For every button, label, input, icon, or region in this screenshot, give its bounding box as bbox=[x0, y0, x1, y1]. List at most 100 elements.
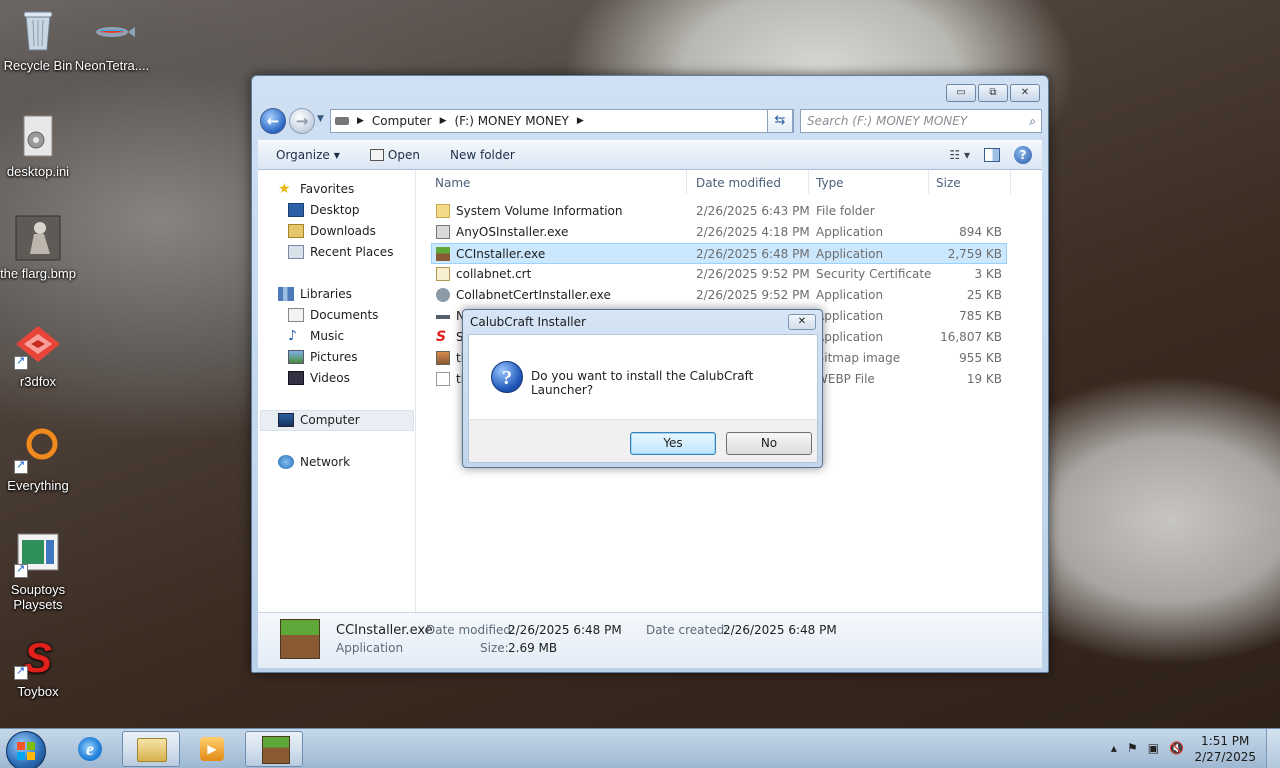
no-button[interactable]: No bbox=[726, 432, 812, 455]
column-header-size[interactable]: Size bbox=[936, 176, 961, 190]
nav-recent-places[interactable]: Recent Places bbox=[288, 245, 393, 259]
nav-documents[interactable]: Documents bbox=[288, 308, 378, 322]
grass-block-icon bbox=[262, 736, 290, 764]
window-controls: ▭ ⧉ ✕ bbox=[946, 84, 1040, 102]
breadcrumb-separator-icon[interactable]: ▶ bbox=[357, 116, 364, 126]
file-row[interactable]: AnyOSInstaller.exe 2/26/2025 4:18 PM App… bbox=[432, 222, 1006, 243]
organize-menu[interactable]: Organize ▼ bbox=[258, 148, 350, 162]
action-center-flag-icon[interactable]: ⚑ bbox=[1127, 741, 1138, 755]
start-button[interactable] bbox=[6, 731, 46, 768]
details-modified-label: Date modified: bbox=[426, 623, 516, 637]
media-player-icon: ▶ bbox=[200, 737, 224, 761]
navigation-pane: ★ Favorites Desktop Downloads Recent Pla… bbox=[258, 170, 416, 612]
desktop-icon-neontetra[interactable]: NeonTetra.... bbox=[74, 6, 150, 73]
file-type: Application bbox=[816, 288, 884, 302]
file-row[interactable]: CollabnetCertInstaller.exe 2/26/2025 9:5… bbox=[432, 285, 1006, 306]
new-folder-button[interactable]: New folder bbox=[440, 148, 525, 162]
file-row-selected[interactable]: CCInstaller.exe 2/26/2025 6:48 PM Applic… bbox=[431, 243, 1007, 264]
file-type: Application bbox=[816, 309, 884, 323]
nav-videos[interactable]: Videos bbox=[288, 371, 350, 385]
volume-muted-icon[interactable]: 🔇 bbox=[1169, 741, 1184, 755]
nav-label: Documents bbox=[310, 308, 379, 322]
file-name: System Volume Information bbox=[456, 204, 623, 218]
system-clock[interactable]: 1:51 PM 2/27/2025 bbox=[1194, 733, 1256, 765]
nav-desktop[interactable]: Desktop bbox=[288, 203, 360, 217]
installer-icon bbox=[436, 225, 450, 239]
desktop-icon-label: Souptoys Playsets bbox=[10, 582, 66, 612]
nav-downloads[interactable]: Downloads bbox=[288, 224, 376, 238]
breadcrumb-drive[interactable]: (F:) MONEY MONEY bbox=[455, 114, 569, 128]
pictures-icon bbox=[288, 350, 304, 364]
image-thumbnail-icon bbox=[14, 214, 62, 262]
organize-label: Organize bbox=[276, 148, 330, 162]
refresh-button[interactable]: ⇆ bbox=[767, 109, 793, 133]
column-separator[interactable] bbox=[1010, 170, 1011, 194]
downloads-icon bbox=[288, 224, 304, 238]
nav-label: Downloads bbox=[310, 224, 376, 238]
column-header-type[interactable]: Type bbox=[816, 176, 844, 190]
column-header-date[interactable]: Date modified bbox=[696, 176, 781, 190]
help-icon[interactable]: ? bbox=[1014, 146, 1032, 164]
desktop-icon-r3dfox[interactable]: r3dfox bbox=[0, 322, 76, 389]
details-created-label: Date created: bbox=[646, 623, 729, 637]
nav-music[interactable]: ♪ Music bbox=[288, 329, 344, 343]
open-icon bbox=[369, 149, 384, 161]
settings-file-icon bbox=[14, 112, 62, 160]
show-desktop-button[interactable] bbox=[1266, 729, 1280, 768]
file-row[interactable]: System Volume Information 2/26/2025 6:43… bbox=[432, 201, 1006, 222]
column-separator[interactable] bbox=[928, 170, 929, 194]
nav-libraries[interactable]: Libraries bbox=[278, 287, 352, 301]
back-button[interactable]: ← bbox=[260, 108, 286, 134]
breadcrumb-computer[interactable]: Computer bbox=[372, 114, 432, 128]
file-type: Security Certificate bbox=[816, 267, 932, 281]
question-icon: ? bbox=[491, 361, 523, 393]
system-tray: ▴ ⚑ ▣ 🔇 bbox=[1111, 741, 1184, 755]
file-size: 16,807 KB bbox=[940, 330, 1002, 344]
forward-button[interactable]: → bbox=[289, 108, 315, 134]
recycle-bin-icon bbox=[14, 6, 62, 54]
recent-pages-dropdown[interactable]: ▼ bbox=[317, 114, 324, 124]
bitmap-icon bbox=[436, 351, 450, 365]
dialog-close-button[interactable]: ✕ bbox=[788, 314, 816, 330]
taskbar-internet-explorer[interactable]: e bbox=[62, 731, 120, 767]
desktop-icon-flarg-bmp[interactable]: the flarg.bmp bbox=[0, 214, 76, 281]
close-button[interactable]: ✕ bbox=[1010, 84, 1040, 102]
yes-button[interactable]: Yes bbox=[630, 432, 716, 455]
network-status-icon[interactable]: ▣ bbox=[1148, 741, 1159, 755]
taskbar-media-player[interactable]: ▶ bbox=[184, 731, 242, 767]
column-separator[interactable] bbox=[808, 170, 809, 194]
svg-text:S: S bbox=[24, 634, 52, 680]
minimize-button[interactable]: ▭ bbox=[946, 84, 976, 102]
nav-pictures[interactable]: Pictures bbox=[288, 350, 358, 364]
address-bar[interactable]: ▶ Computer ▶ (F:) MONEY MONEY ▶ ▼ bbox=[330, 109, 794, 133]
desktop-icon-everything[interactable]: Everything bbox=[0, 426, 76, 493]
breadcrumb-separator-icon[interactable]: ▶ bbox=[440, 116, 447, 126]
file-name: AnyOSInstaller.exe bbox=[456, 225, 569, 239]
search-input[interactable]: Search (F:) MONEY MONEY ⌕ bbox=[800, 109, 1042, 133]
file-size: 785 KB bbox=[959, 309, 1002, 323]
desktop-icon-desktop-ini[interactable]: desktop.ini bbox=[0, 112, 76, 179]
show-hidden-icons-icon[interactable]: ▴ bbox=[1111, 741, 1117, 755]
view-controls: ☷ ▾ ? bbox=[949, 146, 1032, 164]
desktop-icon-label: desktop.ini bbox=[6, 164, 70, 179]
nav-network[interactable]: Network bbox=[278, 455, 350, 469]
search-icon[interactable]: ⌕ bbox=[1029, 110, 1036, 132]
nav-computer[interactable]: Computer bbox=[278, 413, 360, 427]
breadcrumb-separator-icon[interactable]: ▶ bbox=[577, 116, 584, 126]
open-button[interactable]: Open bbox=[360, 148, 430, 162]
desktop-icon-recycle-bin[interactable]: Recycle Bin bbox=[0, 6, 76, 73]
maximize-button[interactable]: ⧉ bbox=[978, 84, 1008, 102]
desktop-icon-toybox[interactable]: S Toybox bbox=[0, 632, 76, 699]
taskbar-ccinstaller[interactable] bbox=[245, 731, 303, 767]
nav-favorites[interactable]: ★ Favorites bbox=[278, 182, 354, 196]
file-row[interactable]: collabnet.crt 2/26/2025 9:52 PM Security… bbox=[432, 264, 1006, 285]
preview-pane-icon[interactable] bbox=[984, 148, 1000, 162]
taskbar-explorer[interactable] bbox=[122, 731, 180, 767]
column-separator[interactable] bbox=[686, 170, 687, 194]
column-header-name[interactable]: Name bbox=[435, 176, 470, 190]
desktop-icon-souptoys[interactable]: Souptoys Playsets bbox=[0, 530, 76, 612]
nav-label: Desktop bbox=[310, 203, 360, 217]
nav-label: Pictures bbox=[310, 350, 358, 364]
change-view-icon[interactable]: ☷ ▾ bbox=[949, 148, 970, 162]
computer-icon bbox=[278, 413, 294, 427]
